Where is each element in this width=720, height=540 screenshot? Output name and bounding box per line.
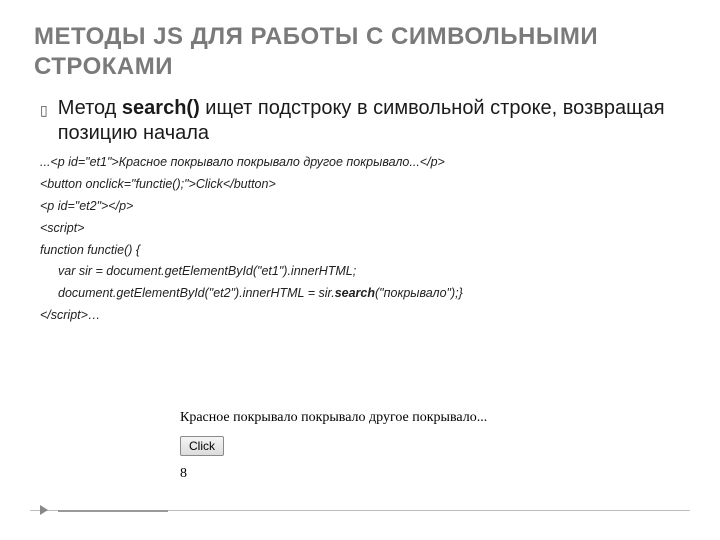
code-l7a: document.getElementById("et2").innerHTML… bbox=[58, 286, 335, 300]
code-l7-method: search bbox=[335, 286, 375, 300]
code-line-5: function functie() { bbox=[40, 240, 686, 262]
slide-container: МЕТОДЫ JS ДЛЯ РАБОТЫ С СИМВОЛЬНЫМИ СТРОК… bbox=[0, 0, 720, 327]
bullet-method: search() bbox=[122, 97, 200, 119]
demo-click-button[interactable]: Click bbox=[180, 436, 224, 456]
demo-output: Красное покрывало покрывало другое покры… bbox=[180, 410, 580, 482]
code-l7b: ("покрывало");} bbox=[375, 286, 463, 300]
triangle-icon bbox=[40, 505, 48, 515]
footer-decoration bbox=[30, 504, 690, 518]
bullet-text: Метод search() ищет подстроку в символьн… bbox=[58, 96, 686, 146]
code-line-4: <script> bbox=[40, 218, 686, 240]
bullet-marker-icon: ▯ bbox=[40, 102, 48, 119]
code-block: ...<p id="et1">Красное покрывало покрыва… bbox=[40, 152, 686, 327]
code-line-8: </script>… bbox=[40, 305, 686, 327]
slide-title: МЕТОДЫ JS ДЛЯ РАБОТЫ С СИМВОЛЬНЫМИ СТРОК… bbox=[34, 22, 686, 82]
demo-result: 8 bbox=[180, 466, 580, 482]
code-line-2: <button onclick="functie();">Click</butt… bbox=[40, 174, 686, 196]
bullet-pre: Метод bbox=[58, 97, 122, 119]
code-line-7: document.getElementById("et2").innerHTML… bbox=[40, 283, 686, 305]
bullet-item: ▯ Метод search() ищет подстроку в символ… bbox=[40, 96, 686, 146]
demo-paragraph: Красное покрывало покрывало другое покры… bbox=[180, 410, 580, 426]
code-line-1: ...<p id="et1">Красное покрывало покрыва… bbox=[40, 152, 686, 174]
code-line-6: var sir = document.getElementById("et1")… bbox=[40, 261, 686, 283]
code-line-3: <p id="et2"></p> bbox=[40, 196, 686, 218]
footer-line-accent bbox=[58, 510, 168, 512]
